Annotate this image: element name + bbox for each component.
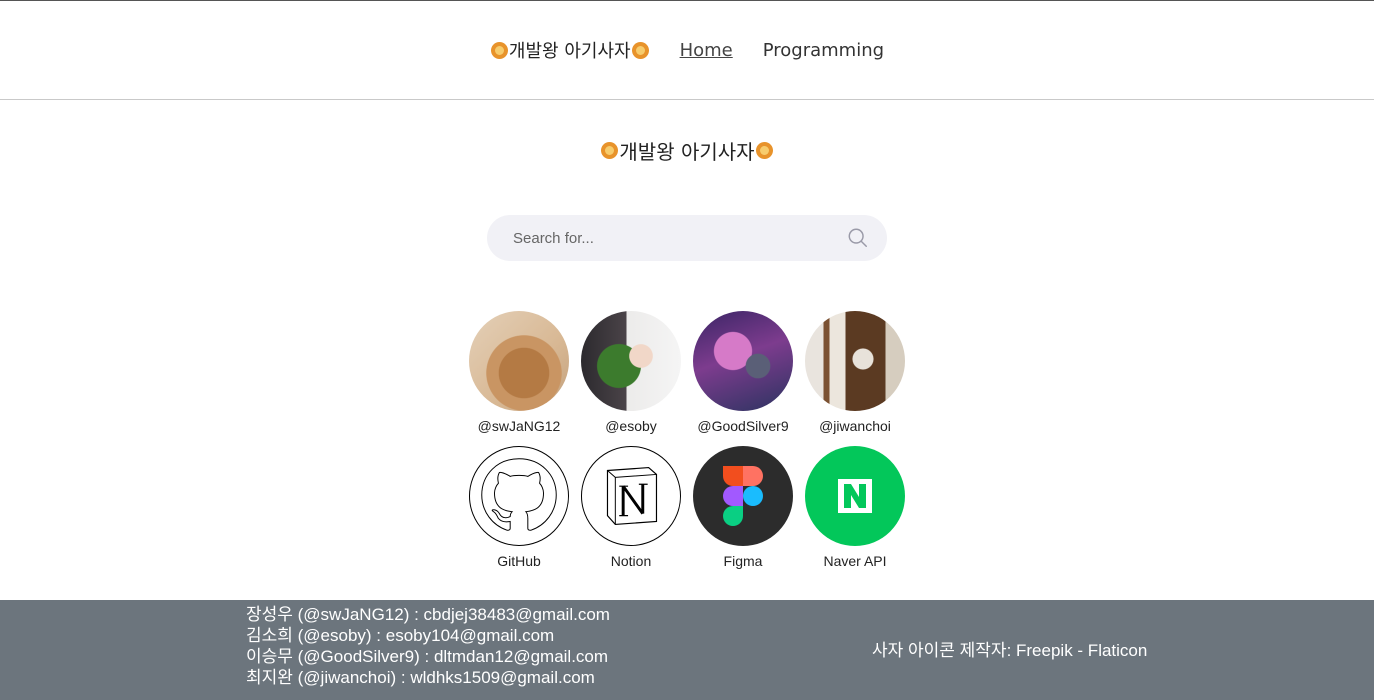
notion-icon	[581, 446, 681, 546]
member-card-swjang12[interactable]: @swJaNG12	[463, 311, 575, 435]
search-input[interactable]	[513, 229, 847, 247]
search-icon[interactable]	[847, 227, 869, 249]
icon-credit: 사자 아이콘 제작자: Freepik - Flaticon	[872, 641, 1148, 660]
page-title-text: 개발왕 아기사자	[619, 140, 755, 164]
member-handle: @swJaNG12	[477, 418, 561, 434]
contact-line: 최지완 (@jiwanchoi) : wldhks1509@gmail.com	[246, 668, 595, 687]
lion-icon	[490, 41, 508, 59]
member-card-esoby[interactable]: @esoby	[575, 311, 687, 435]
figma-icon	[693, 446, 793, 546]
naver-icon	[805, 446, 905, 546]
lion-icon	[755, 142, 773, 159]
contact-line: 이승무 (@GoodSilver9) : dltmdan12@gmail.com	[246, 647, 609, 666]
contact-line: 김소희 (@esoby) : esoby104@gmail.com	[246, 626, 555, 645]
robot-avatar	[693, 311, 793, 411]
tool-label: Notion	[610, 553, 652, 569]
cat-avatar	[805, 311, 905, 411]
top-navbar: 개발왕 아기사자 Home Programming	[0, 1, 1374, 100]
tool-card-figma[interactable]: Figma	[687, 446, 799, 570]
member-handle: @esoby	[605, 418, 657, 434]
brand-link[interactable]: 개발왕 아기사자	[490, 37, 650, 63]
contact-list: 장성우 (@swJaNG12) : cbdjej38483@gmail.com …	[246, 604, 610, 688]
search-bar	[487, 215, 887, 261]
brand-name: 개발왕 아기사자	[508, 41, 631, 62]
tool-label: GitHub	[497, 553, 541, 569]
member-handle: @jiwanchoi	[819, 418, 891, 434]
tool-card-notion[interactable]: Notion	[575, 446, 687, 570]
main-nav: 개발왕 아기사자 Home Programming	[490, 37, 884, 63]
page-title: 개발왕 아기사자	[0, 136, 1374, 165]
lion-icon	[601, 142, 619, 159]
lion-icon	[631, 41, 649, 59]
cat-avatar	[469, 311, 569, 411]
tool-label: Figma	[723, 553, 763, 569]
tool-card-naver-api[interactable]: Naver API	[799, 446, 911, 570]
nav-link-home[interactable]: Home	[680, 40, 733, 61]
person-avatar	[581, 311, 681, 411]
page: 개발왕 아기사자 Home Programming 개발왕 아기사자 @swJa…	[0, 0, 1374, 700]
member-card-goodsilver9[interactable]: @GoodSilver9	[687, 311, 799, 435]
link-grid: @swJaNG12 @esoby @GoodSilver9 @jiwanchoi…	[463, 311, 911, 570]
contact-line: 장성우 (@swJaNG12) : cbdjej38483@gmail.com	[246, 605, 610, 624]
github-icon	[469, 446, 569, 546]
tool-card-github[interactable]: GitHub	[463, 446, 575, 570]
member-card-jiwanchoi[interactable]: @jiwanchoi	[799, 311, 911, 435]
footer: 장성우 (@swJaNG12) : cbdjej38483@gmail.com …	[0, 600, 1374, 700]
nav-link-programming[interactable]: Programming	[763, 40, 884, 61]
tool-label: Naver API	[823, 553, 887, 569]
member-handle: @GoodSilver9	[697, 418, 789, 434]
